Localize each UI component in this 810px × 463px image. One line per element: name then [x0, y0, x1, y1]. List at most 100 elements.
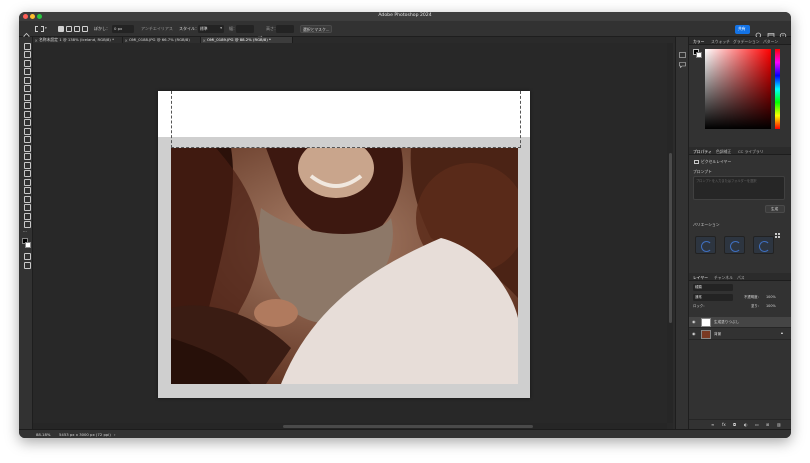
close-icon[interactable]: × — [125, 38, 128, 43]
chevron-right-icon[interactable]: › — [114, 432, 116, 437]
eyedropper-tool-icon[interactable] — [22, 101, 31, 109]
intersect-selection-icon[interactable] — [82, 26, 88, 32]
window-title: Adobe Photoshop 2024 — [378, 13, 432, 19]
brush-tool-icon[interactable] — [22, 118, 31, 126]
variation-thumbnail-1[interactable] — [695, 236, 716, 254]
variation-thumbnail-3[interactable] — [753, 236, 774, 254]
antialias-checkbox[interactable]: アンチエイリアス — [141, 27, 173, 31]
blur-tool-icon[interactable] — [22, 161, 31, 169]
title-bar: Adobe Photoshop 2024 — [19, 12, 791, 21]
document-canvas[interactable] — [158, 91, 530, 398]
home-icon[interactable] — [23, 25, 30, 40]
height-input[interactable] — [276, 25, 294, 33]
tab-patterns[interactable]: パターン — [763, 39, 778, 45]
layer-name[interactable]: 背景 — [714, 332, 721, 337]
visibility-eye-icon[interactable]: ◉ — [692, 320, 696, 324]
close-icon[interactable]: × — [35, 38, 38, 43]
grid-view-icon[interactable] — [775, 223, 780, 238]
search-icon[interactable] — [755, 25, 763, 40]
tab-color[interactable]: カラー — [693, 39, 704, 45]
generate-button[interactable]: 生成 — [765, 205, 785, 213]
rectangle-tool-icon[interactable] — [22, 203, 31, 211]
background-color-swatch[interactable] — [25, 242, 31, 248]
subtract-selection-icon[interactable] — [74, 26, 80, 32]
layers-footer: ∞ fx ◘ ◐ ▭ ⊞ ▥ — [689, 419, 791, 429]
tab-properties[interactable]: プロパティ — [693, 149, 712, 155]
layer-row-background[interactable]: ◉ 背景 🔒︎ — [689, 329, 791, 340]
link-layers-icon[interactable]: ∞ — [711, 423, 714, 427]
frame-tool-icon[interactable] — [22, 93, 31, 101]
crop-tool-icon[interactable] — [22, 84, 31, 92]
dodge-tool-icon[interactable] — [22, 169, 31, 177]
pen-tool-icon[interactable] — [22, 178, 31, 186]
visibility-eye-icon[interactable]: ◉ — [692, 332, 696, 336]
feather-label: ぼかし： — [94, 26, 110, 31]
close-icon[interactable]: × — [203, 38, 206, 43]
history-brush-tool-icon[interactable] — [22, 135, 31, 143]
tab-channels[interactable]: チャンネル — [714, 275, 733, 281]
hand-tool-icon[interactable] — [22, 212, 31, 220]
properties-panel-tabs: プロパティ 色調補正 CC ライブラリ — [689, 147, 791, 155]
share-button[interactable]: 共有 — [735, 24, 750, 34]
quick-mask-icon[interactable] — [22, 252, 31, 260]
layer-row-generative-fill[interactable]: ◉ 生成塗りつぶし — [689, 317, 791, 328]
lasso-tool-icon[interactable] — [22, 67, 31, 75]
clone-stamp-tool-icon[interactable] — [22, 127, 31, 135]
tab-gradients[interactable]: グラデーション — [733, 39, 760, 45]
history-icon[interactable] — [679, 43, 686, 58]
variation-thumbnail-2[interactable] — [724, 236, 745, 254]
layer-name[interactable]: 生成塗りつぶし — [714, 320, 739, 325]
opacity-value[interactable]: 100% — [766, 295, 776, 299]
adjustment-layer-icon[interactable]: ◐ — [744, 423, 748, 427]
new-layer-icon[interactable]: ⊞ — [766, 423, 769, 427]
add-mask-icon[interactable]: ◘ — [733, 423, 736, 427]
object-selection-tool-icon[interactable] — [22, 76, 31, 84]
artboard-tool-icon[interactable] — [22, 50, 31, 58]
path-selection-tool-icon[interactable] — [22, 195, 31, 203]
marquee-tool-preset-icon[interactable] — [35, 26, 44, 32]
hue-slider[interactable] — [775, 49, 780, 129]
blend-mode-select[interactable]: 通常 — [693, 294, 733, 301]
background-color-chip[interactable] — [696, 52, 702, 58]
group-folder-icon[interactable]: ▭ — [755, 423, 759, 427]
pixel-layer-label: ピクセルレイヤー — [701, 159, 732, 164]
move-tool-icon[interactable] — [22, 42, 31, 50]
gradient-tool-icon[interactable] — [22, 152, 31, 160]
add-selection-icon[interactable] — [66, 26, 72, 32]
workspace-icon[interactable] — [767, 25, 775, 39]
status-bar: 88.18% 5453 px x 3000 px (72 ppi) › — [19, 429, 791, 438]
document-canvas-area[interactable] — [33, 43, 673, 429]
type-tool-icon[interactable] — [22, 186, 31, 194]
tab-paths[interactable]: パス — [737, 275, 745, 281]
screen-mode-icon[interactable] — [22, 261, 31, 269]
fill-label: 塗り： — [751, 304, 762, 308]
tab-cc-libraries[interactable]: CC ライブラリ — [738, 149, 764, 155]
eraser-tool-icon[interactable] — [22, 144, 31, 152]
spot-healing-tool-icon[interactable] — [22, 110, 31, 118]
chevron-down-icon[interactable]: ▾ — [45, 26, 47, 31]
feather-input[interactable]: 0 px — [112, 25, 134, 33]
layer-filter-select[interactable]: 種類 — [693, 284, 733, 291]
rectangular-marquee-tool-icon[interactable] — [22, 59, 31, 67]
style-select[interactable]: 標準 ▾ — [198, 25, 224, 33]
layer-style-icon[interactable]: fx — [722, 423, 726, 427]
width-input[interactable] — [236, 25, 254, 33]
zoom-level[interactable]: 88.18% — [36, 432, 50, 437]
discover-icon[interactable] — [779, 25, 787, 40]
right-panels: カラー スウォッチ グラデーション パターン プロパティ 色調補正 CC ライブ… — [689, 37, 791, 429]
fill-value[interactable]: 100% — [766, 304, 776, 308]
generate-prompt-input[interactable]: プロンプトを入力またはフォルダーを選択 — [693, 176, 785, 200]
tab-swatches[interactable]: スウォッチ — [711, 39, 730, 45]
tab-layers[interactable]: レイヤー — [693, 275, 708, 281]
more-tools-icon[interactable]: ··· — [23, 230, 27, 234]
color-field[interactable] — [705, 49, 771, 129]
color-panel-tabs: カラー スウォッチ グラデーション パターン — [689, 37, 791, 45]
trash-icon[interactable]: ▥ — [777, 423, 781, 427]
comments-icon[interactable] — [679, 53, 686, 69]
swap-icon[interactable] — [257, 26, 263, 41]
zoom-tool-icon[interactable] — [22, 220, 31, 228]
new-selection-icon[interactable] — [58, 26, 64, 32]
vertical-scrollbar[interactable] — [667, 43, 673, 423]
select-and-mask-button[interactable]: 選択とマスク... — [300, 25, 332, 33]
tab-adjustments[interactable]: 色調補正 — [716, 149, 731, 155]
